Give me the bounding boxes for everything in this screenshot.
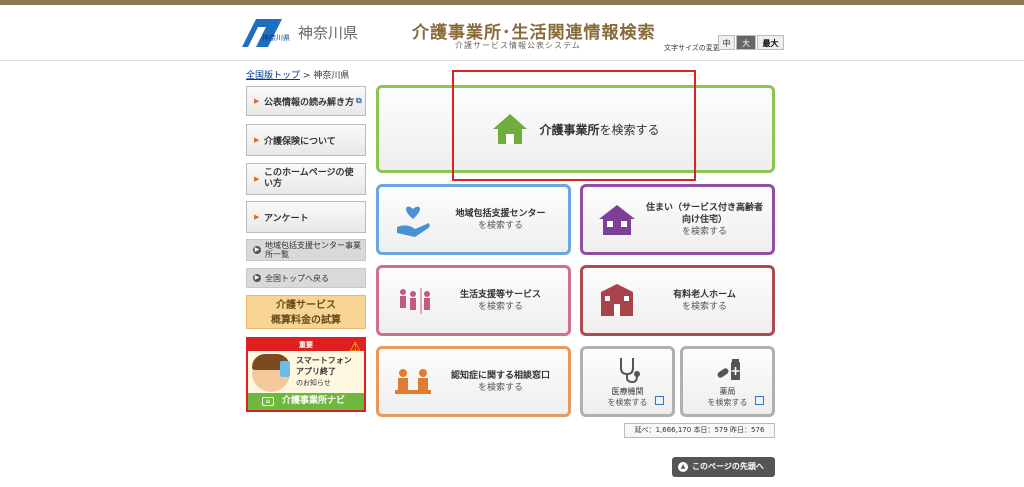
tile-title: 認知症に関する相談窓口 bbox=[450, 370, 550, 381]
back-to-top-button[interactable]: ▲ このページの先頭へ bbox=[672, 457, 775, 477]
search-yakkyoku-button[interactable]: 薬局 を検索する bbox=[680, 346, 775, 417]
stethoscope-icon bbox=[619, 357, 640, 383]
tile-sub: を検索する bbox=[477, 382, 523, 393]
breadcrumb-top-link[interactable]: 全国版トップ bbox=[246, 71, 300, 81]
tile-sub: を検索する bbox=[681, 301, 727, 312]
sidebar-item-survey[interactable]: ▶ アンケート bbox=[246, 201, 366, 233]
breadcrumb-current: 神奈川県 bbox=[313, 71, 350, 81]
sidebar-item-reading-guide[interactable]: ▶ 公表情報の読み解き方 ⧉ bbox=[246, 86, 366, 116]
sidebar-item-kaigo-hoken[interactable]: ▶ 介護保険について bbox=[246, 124, 366, 156]
medicine-icon bbox=[717, 358, 740, 380]
fee-line1: 介護サービス bbox=[276, 300, 336, 311]
fontsize-large-button[interactable]: 大 bbox=[736, 35, 756, 50]
tile-text: 認知症に関する相談窓口 を検索する bbox=[439, 370, 562, 394]
search-sumai-button[interactable]: 住まい（サービス付き高齢者向け住宅） を検索する bbox=[580, 184, 775, 255]
breadcrumb-separator: > bbox=[302, 71, 311, 81]
site-subtitle: 介護サービス情報公表システム bbox=[455, 41, 581, 50]
counter-total-label: 延べ： bbox=[634, 426, 656, 434]
banner-line2: アプリ終了 bbox=[296, 367, 336, 376]
house-purple-icon bbox=[599, 205, 635, 235]
tile-sub: を検索する bbox=[477, 301, 523, 312]
tile-text: 有料老人ホーム を検索する bbox=[643, 289, 766, 313]
heart-hand-icon bbox=[397, 206, 430, 237]
logo-text: 神奈川県 bbox=[262, 34, 290, 42]
tile-sub: を検索する bbox=[707, 397, 748, 407]
arrow-up-icon: ▲ bbox=[678, 462, 688, 472]
tile-title: 薬局 bbox=[719, 386, 736, 396]
search-houkatsu-center-button[interactable]: 地域包括支援センター を検索する bbox=[376, 184, 571, 255]
site-header: 神奈川県 神奈川県 介護事業所･生活関連情報検索 介護サービス情報公表システム … bbox=[0, 5, 1024, 61]
navi-app-banner[interactable]: 重要 ⚠ スマートフォン アプリ終了 のお知らせ ⌂ 介護事業所ナビ bbox=[246, 337, 366, 412]
arrow-circle-icon: ▶ bbox=[253, 246, 261, 254]
navi-app-icon: ⌂ bbox=[262, 397, 274, 406]
banner-message: スマートフォン アプリ終了 のお知らせ bbox=[296, 355, 352, 389]
sidebar-item-back-to-top[interactable]: ▶ 全国トップへ戻る bbox=[246, 268, 366, 288]
banner-bar: ⌂ 介護事業所ナビ bbox=[248, 393, 364, 410]
tile-text: 医療機関 を検索する bbox=[608, 386, 648, 408]
external-link-icon bbox=[655, 396, 664, 405]
sidebar-item-center-list[interactable]: ▶ 地域包括支援センター事業所一覧 bbox=[246, 239, 366, 261]
banner-line3: のお知らせ bbox=[296, 379, 331, 387]
back-to-top-label: このページの先頭へ bbox=[692, 462, 764, 471]
building-icon bbox=[601, 284, 633, 316]
external-link-icon bbox=[755, 396, 764, 405]
search-ninchi-soudan-button[interactable]: 認知症に関する相談窓口 を検索する bbox=[376, 346, 571, 417]
search-iryo-kikan-button[interactable]: 医療機関 を検索する bbox=[580, 346, 675, 417]
tile-sub: を検索する bbox=[681, 226, 727, 237]
tile-title: 医療機関 bbox=[611, 386, 644, 396]
arrow-circle-icon: ▶ bbox=[253, 274, 261, 282]
banner-bar-label: 介護事業所ナビ bbox=[282, 396, 346, 406]
sidebar-item-label: 全国トップへ戻る bbox=[265, 273, 329, 283]
banner-line1: スマートフォン bbox=[296, 356, 352, 365]
breadcrumb: 全国版トップ > 神奈川県 bbox=[246, 68, 349, 81]
smartphone-icon bbox=[280, 361, 290, 377]
search-seikatsu-shien-button[interactable]: 生活支援等サービス を検索する bbox=[376, 265, 571, 336]
important-badge: 重要 bbox=[248, 339, 364, 351]
counter-yesterday: 576 bbox=[751, 426, 765, 434]
counter-total: 1,666,170 bbox=[655, 426, 692, 434]
counter-today: 579 bbox=[714, 426, 728, 434]
sidebar-item-label: 公表情報の読み解き方 bbox=[264, 97, 355, 108]
sidebar-item-label: アンケート bbox=[264, 213, 309, 224]
tile-title: 有料老人ホーム bbox=[673, 289, 736, 300]
arrow-right-icon: ▶ bbox=[254, 97, 260, 105]
tile-title: 住まい（サービス付き高齢者向け住宅） bbox=[645, 202, 763, 225]
people-support-icon bbox=[400, 288, 430, 314]
prefecture-name: 神奈川県 bbox=[298, 24, 359, 42]
arrow-right-icon: ▶ bbox=[254, 174, 260, 183]
tile-text: 生活支援等サービス を検索する bbox=[439, 289, 562, 313]
consultation-icon bbox=[395, 369, 431, 394]
counter-today-label: 本日： bbox=[693, 426, 715, 434]
counter-yesterday-label: 昨日： bbox=[730, 426, 752, 434]
sidebar-item-label: 地域包括支援センター事業所一覧 bbox=[265, 241, 361, 259]
sidebar-item-label: このホームページの使い方 bbox=[264, 168, 354, 189]
sidebar-item-label: 介護保険について bbox=[264, 136, 336, 147]
arrow-right-icon: ▶ bbox=[254, 213, 260, 221]
arrow-right-icon: ▶ bbox=[254, 136, 260, 144]
tile-text: 薬局 を検索する bbox=[708, 386, 748, 408]
tile-sub: を検索する bbox=[607, 397, 648, 407]
fee-estimate-button[interactable]: 介護サービス 概算料金の試算 bbox=[246, 295, 366, 329]
tile-sub: を検索する bbox=[477, 220, 523, 231]
fontsize-max-button[interactable]: 最大 bbox=[757, 35, 784, 50]
access-counter: 延べ：1,666,170 本日：579 昨日：576 bbox=[624, 423, 775, 438]
tile-text: 住まい（サービス付き高齢者向け住宅） を検索する bbox=[643, 202, 766, 238]
sidebar-item-how-to-use[interactable]: ▶ このホームページの使い方 bbox=[246, 163, 366, 195]
warning-icon: ⚠ bbox=[349, 340, 361, 355]
fontsize-medium-button[interactable]: 中 bbox=[718, 35, 735, 50]
search-yuryo-roujin-home-button[interactable]: 有料老人ホーム を検索する bbox=[580, 265, 775, 336]
tile-title: 生活支援等サービス bbox=[459, 289, 541, 300]
tile-text: 地域包括支援センター を検索する bbox=[439, 208, 562, 232]
tile-title: 地域包括支援センター bbox=[455, 208, 546, 219]
highlight-box bbox=[452, 70, 696, 181]
external-link-icon: ⧉ bbox=[356, 96, 362, 105]
fee-line2: 概算料金の試算 bbox=[271, 315, 341, 326]
fontsize-label: 文字サイズの変更 bbox=[664, 44, 720, 52]
